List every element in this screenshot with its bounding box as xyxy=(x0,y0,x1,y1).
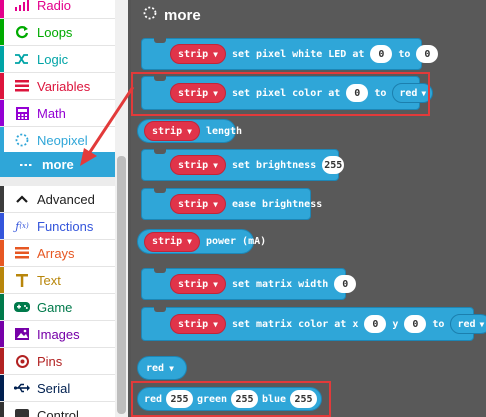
annotation-arrow-icon xyxy=(80,86,135,166)
